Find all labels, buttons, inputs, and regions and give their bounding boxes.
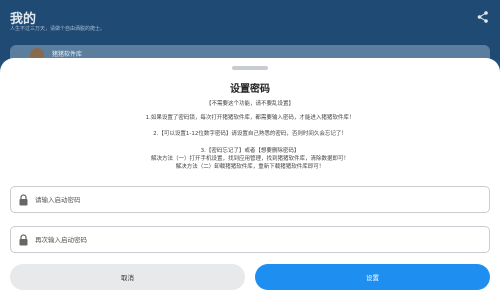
dialog-rule-3: 3.【密码忘记了】或者【想要删除密码】 [200,148,300,154]
dialog-solution-1: 解决方法（一）打开手机设置，找到应用管理，找到猪猪软件库，清除数据即可！ [150,156,349,162]
dialog-rule-2: 2.【可以设置1-12位数字密码】请设置自己熟悉的密码，否则时间久会忘记了！ [153,131,347,137]
confirm-password-field [10,226,490,253]
cancel-button[interactable]: 取消 [10,264,245,290]
confirm-password-input[interactable] [35,231,475,249]
share-icon[interactable] [476,10,490,24]
drag-handle[interactable] [232,66,268,70]
lock-icon [19,194,28,206]
dialog-title: 设置密码 [230,84,270,95]
dialog-solution-2: 解决方法（二）卸载猪猪软件库，重新下载猪猪软件库即可！ [175,164,325,170]
profile-card-label: 猪猪软件库 [52,51,83,58]
lock-icon [19,234,28,246]
set-password-button[interactable]: 设置 [255,264,490,290]
password-input[interactable] [35,191,475,209]
page-subtitle: 人生不过三万天，请做个自由洒脱的爬士。 [10,26,106,32]
dialog-notice: 【不需要这个功能，请不要乱设置】 [205,101,294,107]
password-field [10,186,490,213]
dialog-rule-1: 1.如果设置了密码锁，每次打开猪猪软件库，都需要输入密码，才能进入猪猪软件库！ [145,115,355,121]
